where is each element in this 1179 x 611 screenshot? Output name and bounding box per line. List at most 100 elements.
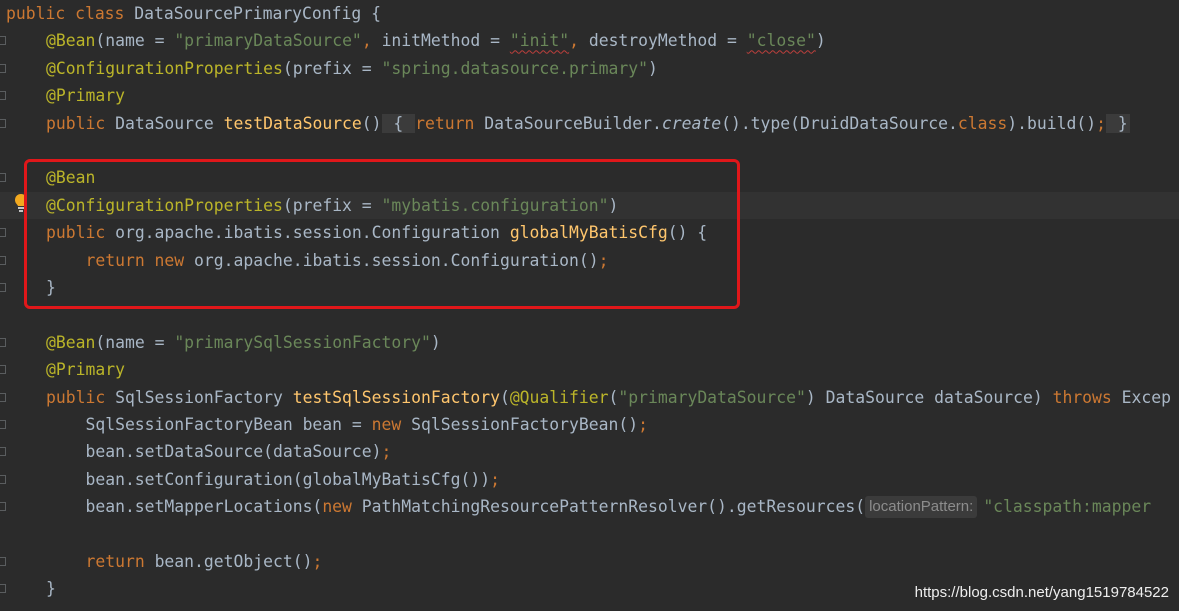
code-token: testDataSource: [223, 113, 362, 133]
code-token: SqlSessionFactoryBean bean =: [46, 415, 372, 434]
code-token: ;: [490, 469, 500, 489]
code-line[interactable]: @Primary: [0, 356, 125, 383]
code-token: DataSourcePrimaryConfig {: [134, 4, 381, 23]
code-token: (: [95, 31, 106, 51]
code-token: @Bean: [46, 168, 96, 188]
code-token: "classpath:mapper: [983, 497, 1152, 517]
code-line[interactable]: SqlSessionFactoryBean bean = new SqlSess…: [0, 411, 648, 438]
code-line[interactable]: return bean.getObject();: [0, 548, 322, 575]
code-line[interactable]: bean.setConfiguration(globalMyBatisCfg()…: [0, 466, 500, 493]
code-line[interactable]: bean.setDataSource(dataSource);: [0, 438, 391, 465]
code-token: }: [46, 278, 56, 297]
code-line[interactable]: @ConfigurationProperties(prefix = "sprin…: [0, 55, 658, 82]
code-token: public: [46, 223, 116, 243]
parameter-hint: locationPattern:: [865, 496, 978, 519]
code-token: @Qualifier: [509, 387, 609, 407]
code-token: globalMyBatisCfg: [509, 223, 668, 243]
code-token: @ConfigurationProperties: [46, 58, 283, 78]
code-token: ;: [312, 552, 323, 571]
code-token: ().type(DruidDataSource.: [721, 113, 958, 133]
code-token: (: [282, 195, 293, 215]
code-line[interactable]: [0, 137, 6, 164]
code-token: =: [480, 31, 510, 51]
code-line[interactable]: @Bean: [0, 164, 95, 191]
code-token: @Bean: [46, 332, 96, 352]
code-token: return: [415, 113, 485, 133]
code-token: bean.setDataSource(dataSource): [46, 442, 382, 462]
code-token: create: [661, 113, 722, 133]
code-token: bean.getObject(): [154, 552, 313, 571]
code-token: destroyMethod: [588, 31, 718, 51]
code-token: (: [95, 332, 106, 352]
code-token: prefix: [292, 58, 352, 78]
code-token: ): [430, 332, 441, 352]
code-token: ;: [1096, 113, 1106, 133]
code-token: "primarySqlSessionFactory": [174, 332, 431, 352]
code-token: "mybatis.configuration": [381, 195, 609, 215]
code-line[interactable]: [0, 521, 6, 548]
code-token: initMethod: [381, 31, 481, 51]
code-token: bean.setConfiguration(globalMyBatisCfg()…: [46, 469, 491, 489]
code-token: (: [282, 58, 293, 78]
code-line[interactable]: public org.apache.ibatis.session.Configu…: [0, 219, 707, 246]
code-token: SqlSessionFactory: [115, 387, 293, 407]
code-line[interactable]: @Bean(name = "primarySqlSessionFactory"): [0, 329, 441, 356]
code-token: (: [499, 387, 510, 407]
code-token: "init": [509, 31, 570, 51]
code-token: ;: [381, 442, 392, 462]
code-token: ;: [638, 415, 648, 434]
code-line[interactable]: @ConfigurationProperties(prefix = "mybat…: [0, 191, 1179, 219]
code-line[interactable]: public SqlSessionFactory testSqlSessionF…: [0, 384, 1171, 411]
code-token: throws: [1052, 387, 1122, 407]
code-line[interactable]: [0, 301, 6, 328]
code-token: return new: [85, 250, 195, 270]
code-token: "primaryDataSource": [618, 387, 806, 407]
code-line[interactable]: }: [0, 575, 56, 602]
code-token: public: [6, 4, 76, 23]
code-line[interactable]: @Primary: [0, 82, 125, 109]
code-token: org.apache.ibatis.session.Configuration(…: [194, 250, 599, 270]
code-token: testSqlSessionFactory: [292, 387, 500, 407]
code-line[interactable]: public class DataSourcePrimaryConfig {: [0, 0, 381, 27]
code-token: name: [105, 31, 145, 51]
code-token: return: [85, 552, 155, 571]
code-token: bean.setMapperLocations(: [46, 497, 323, 517]
code-token: }: [46, 579, 56, 599]
code-token: @Primary: [46, 360, 125, 380]
code-token: =: [351, 195, 382, 215]
code-token: Excep: [1121, 387, 1171, 407]
code-token: @Primary: [46, 86, 125, 106]
code-token: PathMatchingResourcePatternResolver().ge…: [361, 497, 866, 517]
code-token: ) DataSource dataSource): [805, 387, 1053, 407]
code-token: }: [1105, 113, 1130, 133]
code-token: DataSource: [115, 113, 224, 133]
code-token: "spring.datasource.primary": [381, 58, 648, 78]
code-token: "primaryDataSource": [174, 31, 362, 51]
code-token: @Bean: [46, 31, 96, 51]
code-line[interactable]: bean.setMapperLocations(new PathMatching…: [0, 493, 1151, 520]
code-line[interactable]: @Bean(name = "primaryDataSource", initMe…: [0, 27, 826, 54]
code-token: org.apache.ibatis.session.Configuration: [115, 223, 510, 243]
code-token: class: [75, 4, 135, 23]
code-line[interactable]: public DataSource testDataSource() { ret…: [0, 110, 1130, 137]
code-token: "close": [746, 31, 816, 51]
code-editor[interactable]: public class DataSourcePrimaryConfig {@B…: [0, 0, 1179, 611]
code-token: public: [46, 387, 116, 407]
code-token: ,: [361, 31, 382, 51]
code-token: ): [647, 58, 658, 78]
code-token: ;: [598, 250, 609, 270]
code-token: (: [608, 387, 619, 407]
code-token: public: [46, 113, 116, 133]
code-token: new: [322, 497, 362, 517]
code-line[interactable]: }: [0, 274, 56, 301]
lightbulb-icon[interactable]: [14, 193, 28, 213]
code-line[interactable]: return new org.apache.ibatis.session.Con…: [0, 247, 609, 274]
code-token: ): [608, 195, 619, 215]
code-token: () {: [667, 223, 708, 243]
code-token: @ConfigurationProperties: [46, 195, 283, 215]
code-token: DataSourceBuilder.: [484, 113, 662, 133]
code-token: ): [815, 31, 826, 51]
code-token: class: [957, 113, 1008, 133]
